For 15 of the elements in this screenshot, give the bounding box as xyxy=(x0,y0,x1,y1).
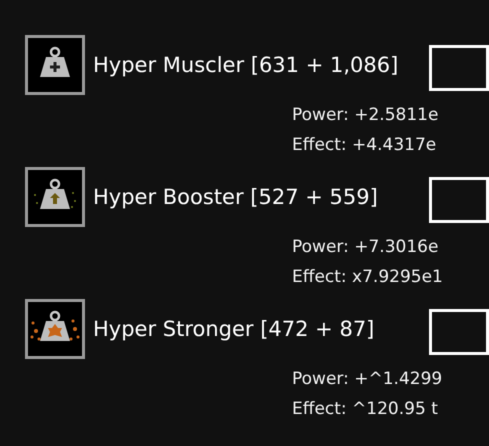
upgrade-title: Hyper Stronger [472 + 87] xyxy=(93,317,376,341)
effect-text: Effect: x7.9295e1 xyxy=(292,266,444,289)
buy-button[interactable] xyxy=(429,177,489,223)
effect-text: Effect: +4.4317e xyxy=(292,134,438,157)
weight-icon xyxy=(25,167,85,227)
power-text: Power: +2.5811e xyxy=(292,104,440,127)
buy-button[interactable] xyxy=(429,309,489,355)
power-text: Power: +^1.4299 xyxy=(292,368,444,391)
weight-icon xyxy=(25,35,85,95)
effect-text: Effect: ^120.95 t xyxy=(292,398,439,421)
weight-icon xyxy=(25,299,85,359)
power-text: Power: +7.3016e xyxy=(292,236,440,259)
upgrade-title: Hyper Muscler [631 + 1,086] xyxy=(93,53,400,77)
buy-button[interactable] xyxy=(429,45,489,91)
upgrade-title: Hyper Booster [527 + 559] xyxy=(93,185,379,209)
